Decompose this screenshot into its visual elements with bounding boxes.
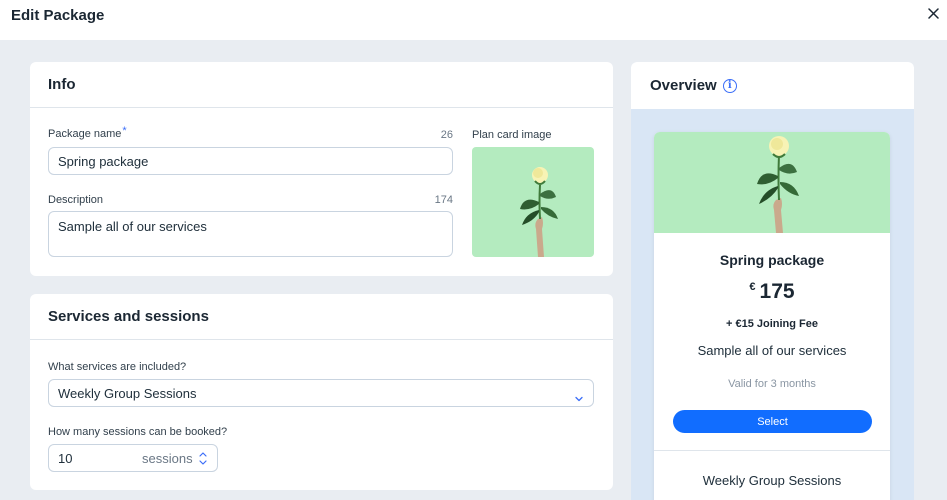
close-icon[interactable]: [923, 3, 943, 23]
required-mark: *: [122, 125, 127, 137]
overview-heading: Overview: [650, 77, 717, 94]
plan-preview-price: €175: [654, 280, 890, 304]
price-value: 175: [759, 280, 795, 303]
services-card: Services and sessions What services are …: [30, 294, 613, 490]
services-heading: Services and sessions: [48, 308, 209, 325]
info-card: Info Package name* 26 Spring package Des…: [30, 62, 613, 276]
divider: [654, 450, 890, 451]
info-icon[interactable]: i: [722, 78, 737, 93]
plan-preview-card: Spring package €175 + €15 Joining Fee Sa…: [654, 132, 890, 500]
sessions-count-label: How many sessions can be booked?: [48, 426, 228, 438]
plan-card-image[interactable]: [472, 147, 594, 257]
page-title: Edit Package: [11, 7, 105, 24]
plan-card-image-label: Plan card image: [472, 129, 552, 141]
description-label: Description: [48, 194, 104, 206]
stepper-arrows-icon[interactable]: [199, 451, 207, 469]
description-char-count: 174: [434, 194, 453, 206]
services-dropdown[interactable]: Weekly Group Sessions: [48, 379, 594, 407]
plan-service-item: Weekly Group Sessions: [702, 473, 842, 488]
package-name-char-count: 26: [440, 129, 453, 141]
select-button[interactable]: Select: [673, 410, 872, 433]
sessions-value: 10: [58, 450, 73, 466]
rose-image-icon: [520, 167, 558, 257]
sessions-unit: sessions: [142, 450, 193, 466]
description-textarea[interactable]: Sample all of our services: [48, 211, 453, 257]
plan-preview-name: Spring package: [719, 252, 825, 268]
services-selected-value: Weekly Group Sessions: [58, 385, 197, 401]
plan-preview-description: Sample all of our services: [697, 343, 847, 358]
info-card-header: Info: [30, 62, 613, 108]
plan-validity: Valid for 3 months: [728, 378, 816, 390]
services-card-header: Services and sessions: [30, 294, 613, 340]
joining-fee: + €15 Joining Fee: [725, 318, 818, 330]
overview-header: Overview i: [631, 62, 914, 109]
plan-preview-image: [654, 132, 890, 233]
info-heading: Info: [48, 76, 76, 93]
package-name-input[interactable]: Spring package: [48, 147, 453, 175]
currency-symbol: €: [749, 281, 756, 293]
top-bar: Edit Package: [0, 0, 947, 40]
package-name-label: Package name*: [48, 125, 127, 140]
rose-image-icon: [757, 136, 799, 233]
services-included-label: What services are included?: [48, 361, 187, 373]
overview-panel: Overview i Spring package €175 + €15 Joi…: [631, 62, 914, 500]
package-name-value: Spring package: [58, 153, 149, 169]
chevron-down-icon: [575, 390, 583, 405]
sessions-stepper[interactable]: 10 sessions: [48, 444, 218, 472]
description-value: Sample all of our services: [58, 219, 207, 234]
